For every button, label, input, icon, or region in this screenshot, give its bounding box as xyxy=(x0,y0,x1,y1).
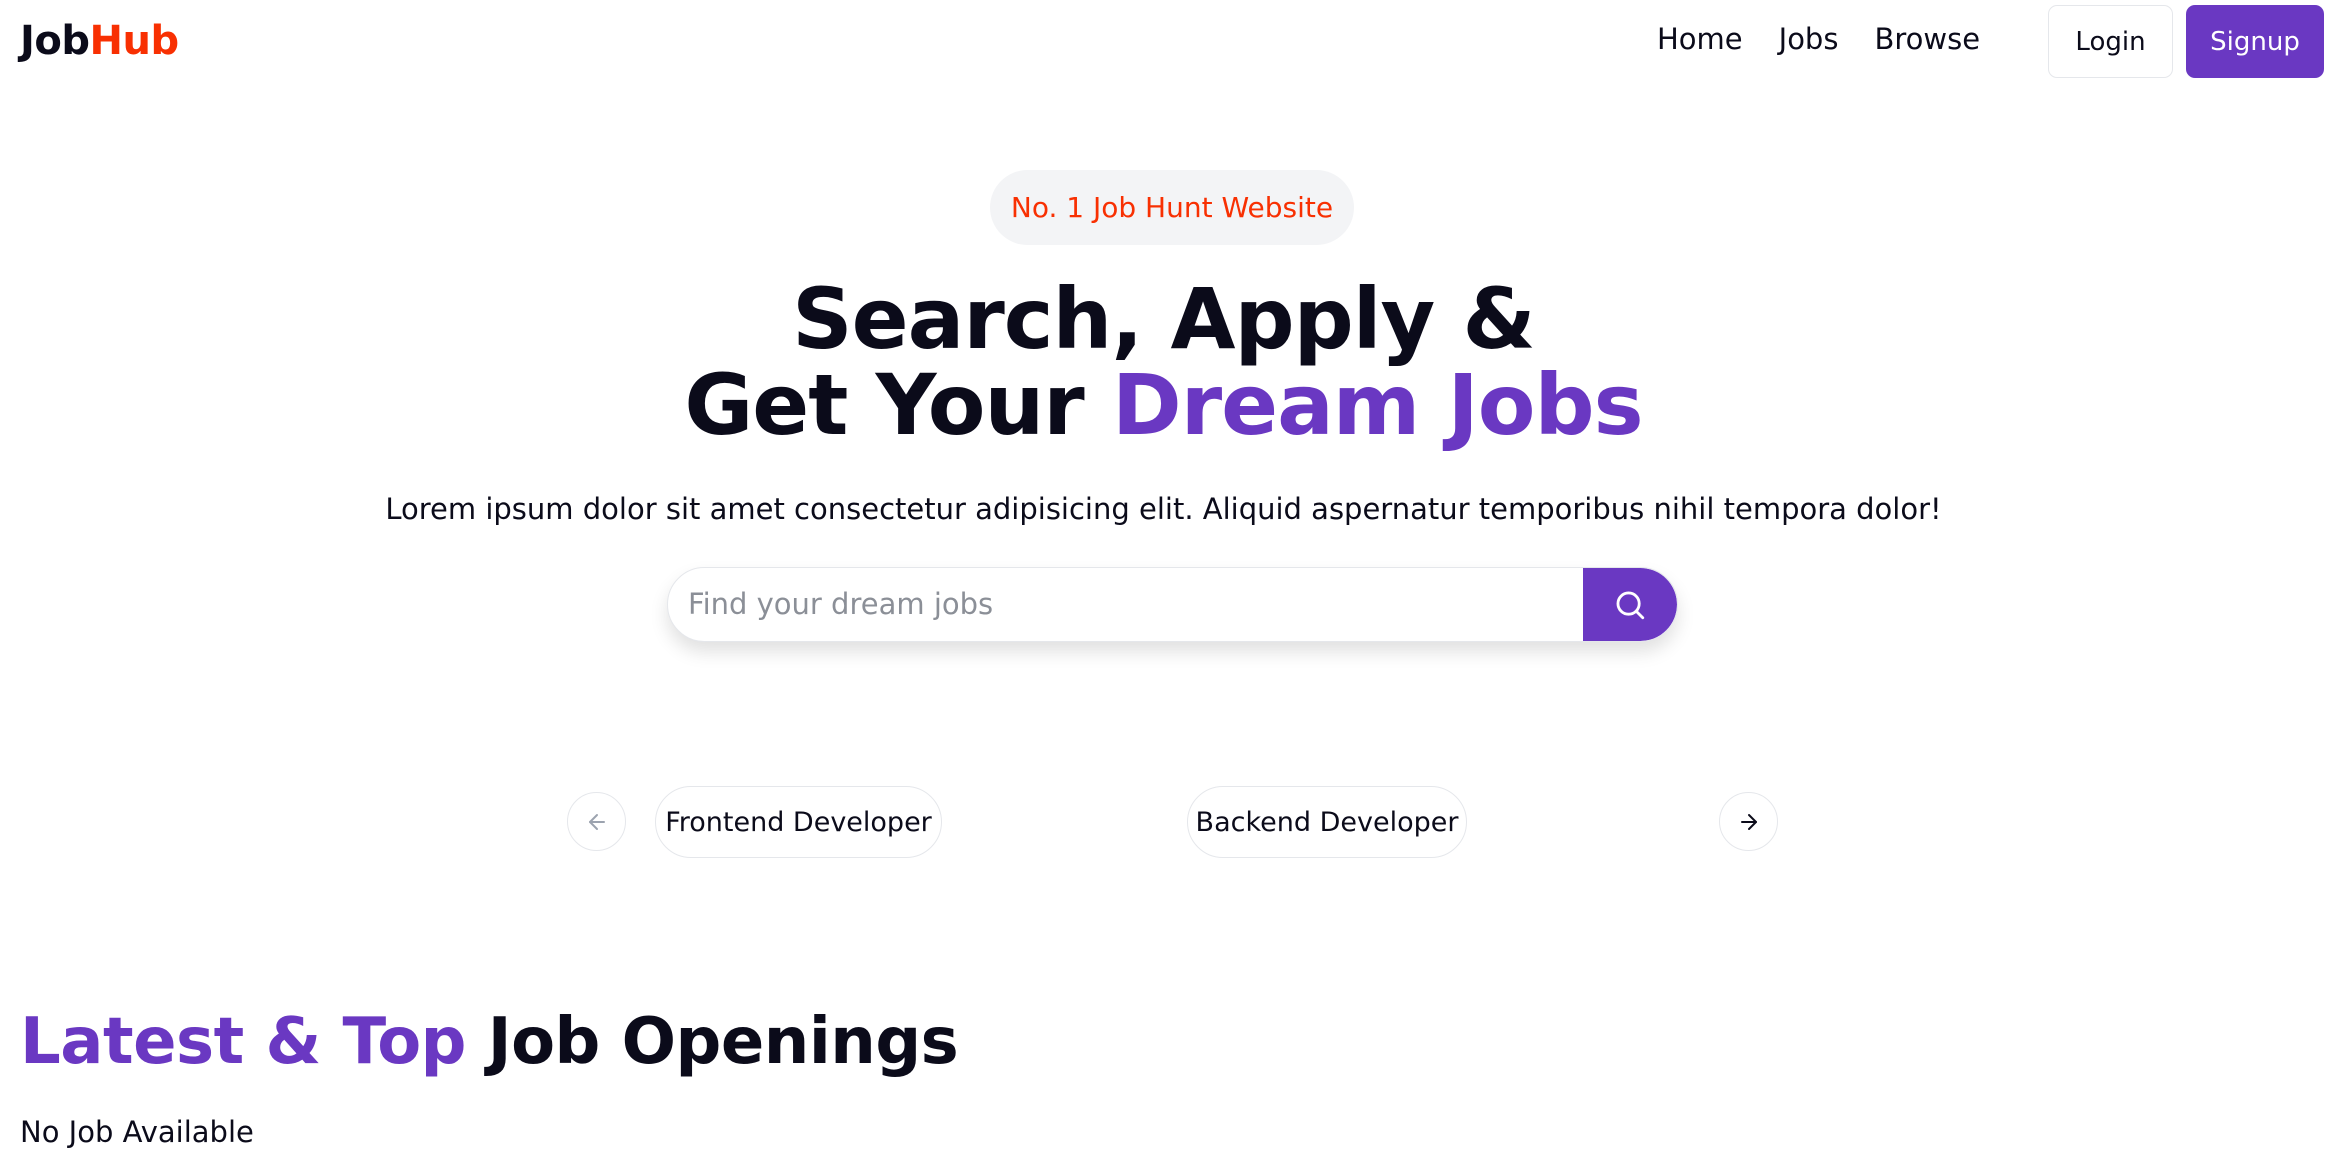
nav-jobs[interactable]: Jobs xyxy=(1779,22,1839,56)
latest-jobs-title-plain: Job Openings xyxy=(465,1005,959,1079)
nav-browse[interactable]: Browse xyxy=(1874,22,1980,56)
hero-title-accent: Dream Jobs xyxy=(1111,356,1644,454)
arrow-left-icon xyxy=(588,813,605,830)
hero-title-line2: Get Your xyxy=(684,356,1112,454)
hero-badge: No. 1 Job Hunt Website xyxy=(990,170,1354,245)
logo-text-job: Job xyxy=(20,18,90,64)
hero-subtitle: Lorem ipsum dolor sit amet consectetur a… xyxy=(385,492,1942,526)
search-input[interactable] xyxy=(688,568,1568,640)
navbar: JobHub Home Jobs Browse Login Signup xyxy=(0,0,2327,84)
logo-text-hub: Hub xyxy=(89,18,180,64)
logo[interactable]: JobHub xyxy=(20,18,179,64)
empty-jobs-message: No Job Available xyxy=(20,1115,254,1149)
hero-title-line1: Search, Apply & xyxy=(792,270,1536,368)
carousel-prev-button[interactable] xyxy=(567,792,626,851)
carousel-next-button[interactable] xyxy=(1719,792,1778,851)
latest-jobs-title-accent: Latest & Top xyxy=(20,1005,466,1079)
search-bar xyxy=(667,567,1678,642)
arrow-right-icon xyxy=(1740,813,1757,830)
category-chip[interactable]: Backend Developer xyxy=(1187,786,1467,858)
search-button[interactable] xyxy=(1583,568,1677,641)
nav-home[interactable]: Home xyxy=(1657,22,1743,56)
search-icon xyxy=(1616,591,1645,619)
login-button[interactable]: Login xyxy=(2048,5,2173,78)
latest-jobs-title: Latest & Top Job Openings xyxy=(20,1005,959,1079)
signup-button[interactable]: Signup xyxy=(2186,5,2324,78)
hero-title: Search, Apply & Get Your Dream Jobs xyxy=(0,276,2327,448)
nav-links: Home Jobs Browse xyxy=(1657,22,2016,56)
category-chip[interactable]: Frontend Developer xyxy=(655,786,942,858)
